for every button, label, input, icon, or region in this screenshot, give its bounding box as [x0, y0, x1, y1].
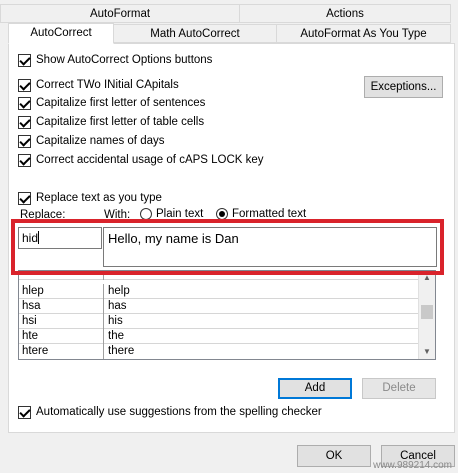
with-input[interactable]: Hello, my name is Dan — [103, 227, 437, 267]
entry-to: hlmsellf — [108, 270, 147, 278]
entry-to: his — [108, 315, 123, 327]
autocorrect-entries-list[interactable]: hlmsellf hlmsellf hlep help hsa has hsi … — [18, 270, 436, 360]
option-replace-as-you-type[interactable]: Replace text as you type — [18, 190, 162, 206]
replace-value: hid — [22, 231, 39, 245]
checkbox[interactable] — [18, 191, 31, 205]
entry-from: hsi — [22, 315, 37, 327]
list-item[interactable]: hsa has — [19, 299, 419, 314]
entry-to: the — [108, 330, 124, 342]
option-label: Correct TWo INitial CApitals — [36, 79, 179, 91]
exceptions-button[interactable]: Exceptions... — [364, 76, 443, 98]
option-label: Capitalize first letter of table cells — [36, 116, 205, 128]
option-label: Capitalize names of days — [36, 135, 165, 147]
option-capitalize-days[interactable]: Capitalize names of days — [18, 133, 164, 149]
ok-button[interactable]: OK — [297, 445, 371, 467]
replace-label: Replace: — [20, 209, 66, 221]
option-spelling-suggestions[interactable]: Automatically use suggestions from the s… — [18, 404, 322, 420]
checkbox[interactable] — [18, 405, 31, 419]
entry-to: has — [108, 300, 127, 312]
list-item[interactable]: hte the — [19, 329, 419, 344]
checkbox[interactable] — [18, 153, 31, 167]
scroll-down-icon[interactable]: ▼ — [422, 348, 432, 356]
radio-label: Formatted text — [232, 208, 307, 220]
text-cursor — [38, 231, 40, 244]
radio-button[interactable] — [216, 208, 228, 220]
list-scrollbar[interactable]: ▲ ▼ — [418, 271, 435, 359]
delete-button: Delete — [362, 378, 436, 399]
checkbox[interactable] — [18, 115, 31, 129]
option-correct-two-initial-capitals[interactable]: Correct TWo INitial CApitals — [18, 77, 179, 93]
with-value: Hello, my name is Dan — [108, 231, 239, 246]
tab-autoformat-as-you-type[interactable]: AutoFormat As You Type — [276, 24, 451, 43]
tab-autocorrect[interactable]: AutoCorrect — [8, 23, 114, 44]
tab-math-autocorrect[interactable]: Math AutoCorrect — [113, 24, 277, 43]
option-capitalize-sentences[interactable]: Capitalize first letter of sentences — [18, 95, 205, 111]
entry-from: hlmsellf — [22, 270, 61, 278]
option-caps-lock[interactable]: Correct accidental usage of cAPS LOCK ke… — [18, 152, 264, 168]
list-item[interactable]: hlmsellf hlmsellf — [19, 270, 419, 280]
option-label: Replace text as you type — [36, 192, 162, 204]
scroll-up-icon[interactable]: ▲ — [422, 274, 432, 282]
watermark: www.989214.com — [373, 460, 452, 471]
radio-formatted-text[interactable]: Formatted text — [216, 208, 306, 220]
add-button[interactable]: Add — [278, 378, 352, 399]
checkbox[interactable] — [18, 134, 31, 148]
list-item[interactable]: hlep help — [19, 284, 419, 299]
option-label: Capitalize first letter of sentences — [36, 97, 206, 109]
entry-to: there — [108, 345, 135, 357]
entry-from: htere — [22, 345, 49, 357]
entry-from: hsa — [22, 300, 41, 312]
radio-button[interactable] — [140, 208, 152, 220]
option-capitalize-table-cells[interactable]: Capitalize first letter of table cells — [18, 114, 204, 130]
checkbox[interactable] — [18, 78, 31, 92]
replace-input[interactable]: hid — [18, 227, 102, 249]
entry-from: hte — [22, 330, 38, 342]
tab-actions[interactable]: Actions — [239, 4, 451, 23]
tab-autoformat[interactable]: AutoFormat — [0, 4, 240, 23]
checkbox[interactable] — [18, 96, 31, 110]
checkbox[interactable] — [18, 53, 31, 67]
scroll-thumb[interactable] — [421, 305, 433, 319]
option-label: Automatically use suggestions from the s… — [36, 406, 322, 418]
radio-label: Plain text — [156, 208, 204, 220]
entry-from: hlep — [22, 285, 44, 297]
list-item[interactable]: hsi his — [19, 314, 419, 329]
option-show-autocorrect-buttons[interactable]: Show AutoCorrect Options buttons — [18, 52, 212, 68]
with-label: With: — [104, 209, 131, 221]
radio-plain-text[interactable]: Plain text — [140, 208, 203, 220]
entry-to: help — [108, 285, 130, 297]
list-item[interactable]: htere there — [19, 344, 419, 359]
option-label: Correct accidental usage of cAPS LOCK ke… — [36, 154, 264, 166]
option-label: Show AutoCorrect Options buttons — [36, 54, 213, 66]
